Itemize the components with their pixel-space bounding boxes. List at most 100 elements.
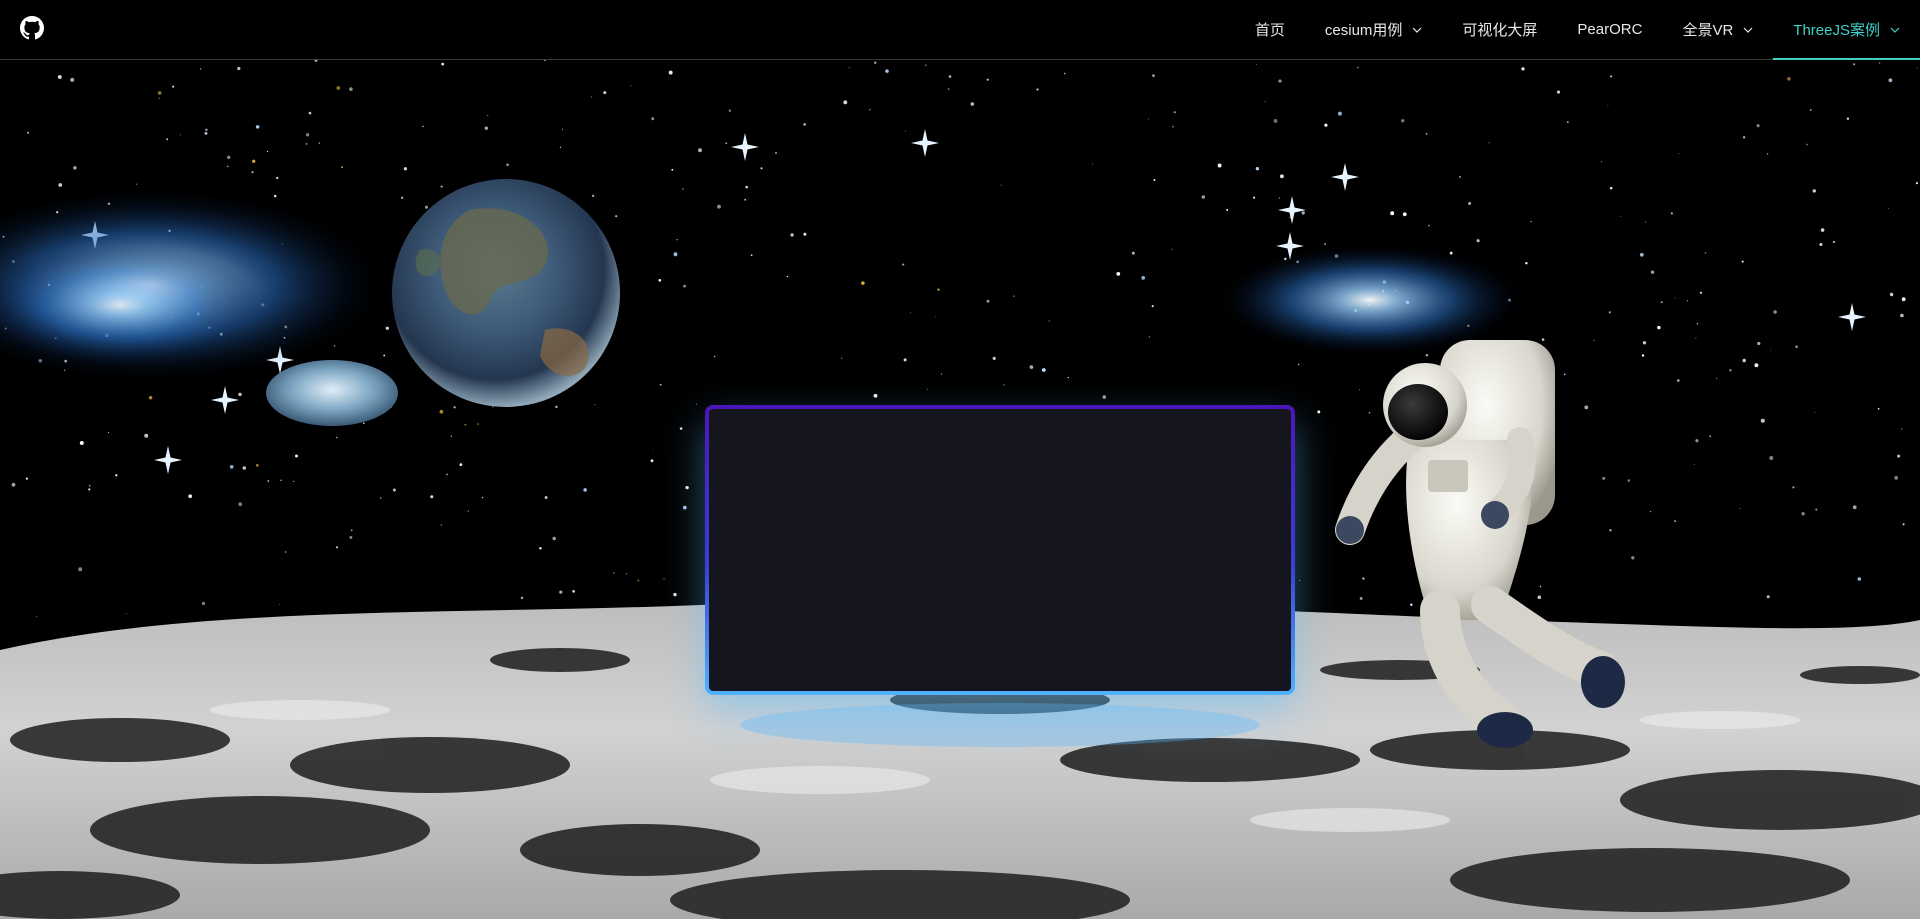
star bbox=[125, 612, 127, 614]
star bbox=[492, 406, 494, 408]
star bbox=[1609, 529, 1612, 532]
star bbox=[1537, 595, 1542, 600]
star bbox=[986, 78, 989, 81]
star bbox=[803, 232, 807, 236]
star bbox=[744, 198, 747, 201]
star bbox=[713, 355, 716, 358]
star bbox=[926, 388, 928, 390]
star bbox=[157, 91, 162, 95]
star bbox=[148, 395, 153, 400]
star bbox=[422, 125, 424, 128]
star bbox=[1812, 189, 1816, 193]
star bbox=[1609, 186, 1613, 190]
star bbox=[1795, 345, 1798, 349]
star bbox=[1541, 338, 1545, 341]
star bbox=[467, 510, 469, 512]
star bbox=[1425, 132, 1428, 135]
star bbox=[1901, 297, 1906, 302]
star bbox=[1607, 105, 1609, 106]
star bbox=[671, 168, 674, 171]
star bbox=[144, 433, 149, 438]
star bbox=[1279, 174, 1284, 179]
star bbox=[1297, 363, 1300, 366]
chevron-down-icon bbox=[1743, 27, 1753, 33]
star bbox=[237, 66, 241, 71]
star bbox=[1358, 389, 1360, 391]
star bbox=[115, 474, 118, 477]
star bbox=[1357, 66, 1359, 69]
star bbox=[1255, 167, 1260, 171]
star bbox=[1695, 337, 1697, 339]
star bbox=[1000, 184, 1002, 186]
star bbox=[333, 345, 336, 347]
star bbox=[803, 123, 806, 126]
star bbox=[1754, 363, 1759, 368]
star bbox=[668, 70, 673, 75]
star bbox=[441, 62, 445, 66]
star bbox=[552, 536, 556, 541]
star bbox=[70, 77, 75, 82]
nav-item-home[interactable]: 首页 bbox=[1235, 0, 1305, 59]
star bbox=[1801, 512, 1805, 516]
star bbox=[1148, 336, 1150, 338]
nav-item-cesium[interactable]: cesium用例 bbox=[1305, 0, 1443, 59]
star bbox=[1362, 577, 1365, 580]
star bbox=[539, 547, 542, 550]
star bbox=[238, 392, 242, 397]
star bbox=[774, 151, 778, 155]
star bbox=[1584, 405, 1589, 410]
star bbox=[572, 590, 575, 593]
small-planet bbox=[266, 360, 398, 426]
star bbox=[1650, 511, 1652, 513]
star bbox=[1888, 78, 1893, 83]
nav-item-threejs[interactable]: ThreeJS案例 bbox=[1773, 0, 1920, 60]
star bbox=[1141, 276, 1146, 280]
star bbox=[1273, 118, 1278, 123]
star bbox=[238, 502, 243, 507]
star bbox=[226, 165, 229, 168]
star bbox=[88, 488, 91, 491]
star bbox=[1852, 505, 1857, 510]
star bbox=[902, 263, 905, 266]
star bbox=[1539, 585, 1542, 588]
nav-item-vr[interactable]: 全景VR bbox=[1662, 0, 1773, 59]
star bbox=[1401, 119, 1405, 123]
panel-glow bbox=[740, 703, 1260, 747]
nav-item-pearorc[interactable]: PearORC bbox=[1557, 0, 1662, 59]
star bbox=[937, 288, 940, 291]
star bbox=[166, 138, 169, 141]
star bbox=[1264, 101, 1266, 103]
github-icon[interactable] bbox=[20, 16, 44, 40]
star bbox=[1716, 377, 1718, 379]
star bbox=[1600, 160, 1603, 163]
star bbox=[201, 601, 206, 606]
earth bbox=[392, 179, 620, 407]
star bbox=[350, 529, 353, 532]
star bbox=[285, 551, 287, 553]
star bbox=[591, 194, 595, 198]
star bbox=[401, 196, 404, 199]
star bbox=[676, 239, 678, 241]
star bbox=[255, 125, 260, 129]
star bbox=[199, 68, 202, 70]
star bbox=[1063, 72, 1066, 75]
star bbox=[294, 454, 299, 458]
star bbox=[1696, 322, 1699, 325]
star bbox=[905, 130, 907, 132]
star bbox=[1820, 228, 1825, 232]
nav-item-dashboard[interactable]: 可视化大屏 bbox=[1442, 0, 1557, 59]
star bbox=[613, 572, 615, 574]
star bbox=[362, 422, 365, 425]
star bbox=[1846, 117, 1850, 120]
star bbox=[1642, 341, 1647, 345]
star bbox=[520, 596, 524, 600]
star bbox=[1686, 300, 1688, 302]
star bbox=[1627, 479, 1631, 482]
star bbox=[1171, 248, 1173, 250]
star bbox=[1458, 175, 1461, 178]
star bbox=[78, 567, 83, 572]
star bbox=[267, 480, 270, 482]
star bbox=[477, 423, 479, 425]
star bbox=[696, 403, 698, 405]
star bbox=[1337, 111, 1342, 116]
